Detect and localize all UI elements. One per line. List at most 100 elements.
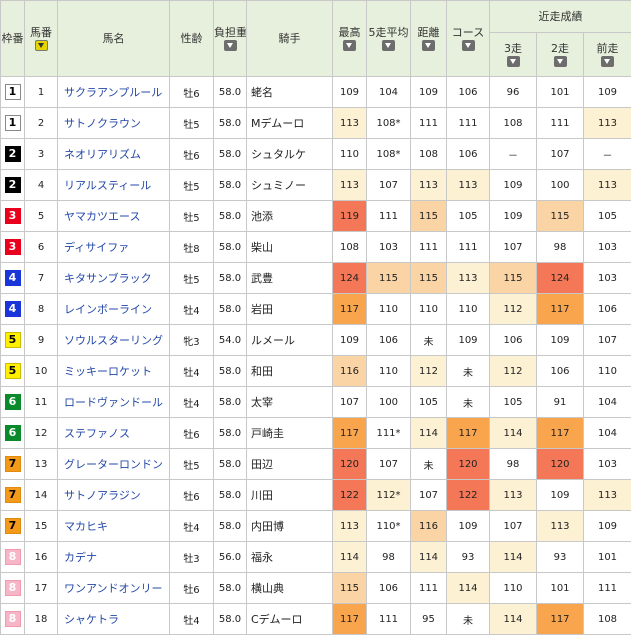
sort-icon[interactable] bbox=[601, 56, 614, 67]
table-row: 47キタサンブラック牡558.0武豊124115115113115124103 bbox=[1, 263, 631, 294]
table-row: 48レインボーライン牡458.0岩田117110110110112117106 bbox=[1, 294, 631, 325]
score-course-cell: 106 bbox=[447, 139, 490, 170]
score-dist-cell: 111 bbox=[411, 232, 447, 263]
score-avg5-cell: 98 bbox=[367, 542, 411, 573]
horse-name-link[interactable]: ソウルスターリング bbox=[58, 325, 170, 356]
horse-name-link[interactable]: リアルスティール bbox=[58, 170, 170, 201]
col-header-sex-age: 性齢 bbox=[170, 1, 214, 77]
sort-icon[interactable] bbox=[462, 40, 475, 51]
jockey-cell: Mデムーロ bbox=[247, 108, 333, 139]
horse-name-link[interactable]: ディサイファ bbox=[58, 232, 170, 263]
horse-name-link[interactable]: サトノクラウン bbox=[58, 108, 170, 139]
score-dist-cell: 未 bbox=[411, 449, 447, 480]
col-header-r1[interactable]: 前走 bbox=[584, 33, 631, 77]
sex-age-cell: 牡6 bbox=[170, 139, 214, 170]
col-header-r3[interactable]: 3走 bbox=[490, 33, 537, 77]
score-avg5-cell: 103 bbox=[367, 232, 411, 263]
score-max-cell: 113 bbox=[333, 170, 367, 201]
waku-badge: 6 bbox=[5, 394, 21, 410]
weight-cell: 58.0 bbox=[214, 480, 247, 511]
score-avg5-cell: 104 bbox=[367, 77, 411, 108]
table-row: 36ディサイファ牡858.0柴山10810311111110798103 bbox=[1, 232, 631, 263]
score-r2-cell: 101 bbox=[537, 573, 584, 604]
score-r2-cell: 107 bbox=[537, 139, 584, 170]
score-course-cell: 109 bbox=[447, 325, 490, 356]
sort-icon[interactable] bbox=[382, 40, 395, 51]
umaban-cell: 8 bbox=[25, 294, 58, 325]
umaban-cell: 11 bbox=[25, 387, 58, 418]
weight-cell: 58.0 bbox=[214, 77, 247, 108]
jockey-cell: 岩田 bbox=[247, 294, 333, 325]
race-table: 枠番 馬番 馬名 性齢 負担重量 騎手 最高 5走平均 距離 コース 近走成績 … bbox=[0, 0, 631, 635]
score-r2-cell: 106 bbox=[537, 356, 584, 387]
umaban-cell: 10 bbox=[25, 356, 58, 387]
score-r1-cell: 103 bbox=[584, 449, 631, 480]
col-header-max[interactable]: 最高 bbox=[333, 1, 367, 77]
horse-name-link[interactable]: キタサンブラック bbox=[58, 263, 170, 294]
table-body: 11サクラアンプルール牡658.0蛯名109104109106961011091… bbox=[1, 77, 631, 635]
horse-name-link[interactable]: ステファノス bbox=[58, 418, 170, 449]
col-header-umaban[interactable]: 馬番 bbox=[25, 1, 58, 77]
sort-icon[interactable] bbox=[35, 40, 48, 51]
table-row: 713グレーターロンドン牡558.0田辺120107未12098120103 bbox=[1, 449, 631, 480]
sort-icon[interactable] bbox=[224, 40, 237, 51]
score-r2-cell: 91 bbox=[537, 387, 584, 418]
horse-name-link[interactable]: マカヒキ bbox=[58, 511, 170, 542]
sort-icon[interactable] bbox=[343, 40, 356, 51]
weight-cell: 56.0 bbox=[214, 542, 247, 573]
jockey-cell: 福永 bbox=[247, 542, 333, 573]
waku-cell: 6 bbox=[1, 387, 25, 418]
score-avg5-cell: 100 bbox=[367, 387, 411, 418]
table-row: 35ヤマカツエース牡558.0池添119111115105109115105 bbox=[1, 201, 631, 232]
score-course-cell: 未 bbox=[447, 356, 490, 387]
score-r2-cell: 101 bbox=[537, 77, 584, 108]
waku-badge: 2 bbox=[5, 146, 21, 162]
horse-name-link[interactable]: カデナ bbox=[58, 542, 170, 573]
score-r1-cell: 103 bbox=[584, 263, 631, 294]
score-max-cell: 113 bbox=[333, 108, 367, 139]
score-r2-cell: 109 bbox=[537, 325, 584, 356]
col-header-avg5[interactable]: 5走平均 bbox=[367, 1, 411, 77]
sex-age-cell: 牡5 bbox=[170, 108, 214, 139]
sex-age-cell: 牝3 bbox=[170, 325, 214, 356]
jockey-cell: シュタルケ bbox=[247, 139, 333, 170]
score-dist-cell: 113 bbox=[411, 170, 447, 201]
sex-age-cell: 牡6 bbox=[170, 573, 214, 604]
score-dist-cell: 108 bbox=[411, 139, 447, 170]
waku-cell: 1 bbox=[1, 77, 25, 108]
waku-cell: 7 bbox=[1, 511, 25, 542]
horse-name-link[interactable]: サトノアラジン bbox=[58, 480, 170, 511]
col-header-weight[interactable]: 負担重量 bbox=[214, 1, 247, 77]
horse-name-link[interactable]: ミッキーロケット bbox=[58, 356, 170, 387]
umaban-cell: 4 bbox=[25, 170, 58, 201]
horse-name-link[interactable]: ネオリアリズム bbox=[58, 139, 170, 170]
score-max-cell: 119 bbox=[333, 201, 367, 232]
score-course-cell: 114 bbox=[447, 573, 490, 604]
weight-cell: 58.0 bbox=[214, 139, 247, 170]
sort-icon[interactable] bbox=[554, 56, 567, 67]
horse-name-link[interactable]: ヤマカツエース bbox=[58, 201, 170, 232]
col-header-waku[interactable]: 枠番 bbox=[1, 1, 25, 77]
horse-name-link[interactable]: グレーターロンドン bbox=[58, 449, 170, 480]
waku-badge: 7 bbox=[5, 487, 21, 503]
score-dist-cell: 112 bbox=[411, 356, 447, 387]
sex-age-cell: 牡4 bbox=[170, 511, 214, 542]
sex-age-cell: 牡4 bbox=[170, 604, 214, 635]
sort-icon[interactable] bbox=[507, 56, 520, 67]
score-dist-cell: 95 bbox=[411, 604, 447, 635]
col-header-r2[interactable]: 2走 bbox=[537, 33, 584, 77]
score-course-cell: 未 bbox=[447, 387, 490, 418]
col-header-distance[interactable]: 距離 bbox=[411, 1, 447, 77]
horse-name-link[interactable]: シャケトラ bbox=[58, 604, 170, 635]
weight-cell: 58.0 bbox=[214, 170, 247, 201]
waku-badge: 7 bbox=[5, 456, 21, 472]
horse-name-link[interactable]: レインボーライン bbox=[58, 294, 170, 325]
jockey-cell: 和田 bbox=[247, 356, 333, 387]
score-avg5-cell: 115 bbox=[367, 263, 411, 294]
horse-name-link[interactable]: ワンアンドオンリー bbox=[58, 573, 170, 604]
sort-icon[interactable] bbox=[422, 40, 435, 51]
sex-age-cell: 牡5 bbox=[170, 201, 214, 232]
horse-name-link[interactable]: ロードヴァンドール bbox=[58, 387, 170, 418]
horse-name-link[interactable]: サクラアンプルール bbox=[58, 77, 170, 108]
col-header-course[interactable]: コース bbox=[447, 1, 490, 77]
